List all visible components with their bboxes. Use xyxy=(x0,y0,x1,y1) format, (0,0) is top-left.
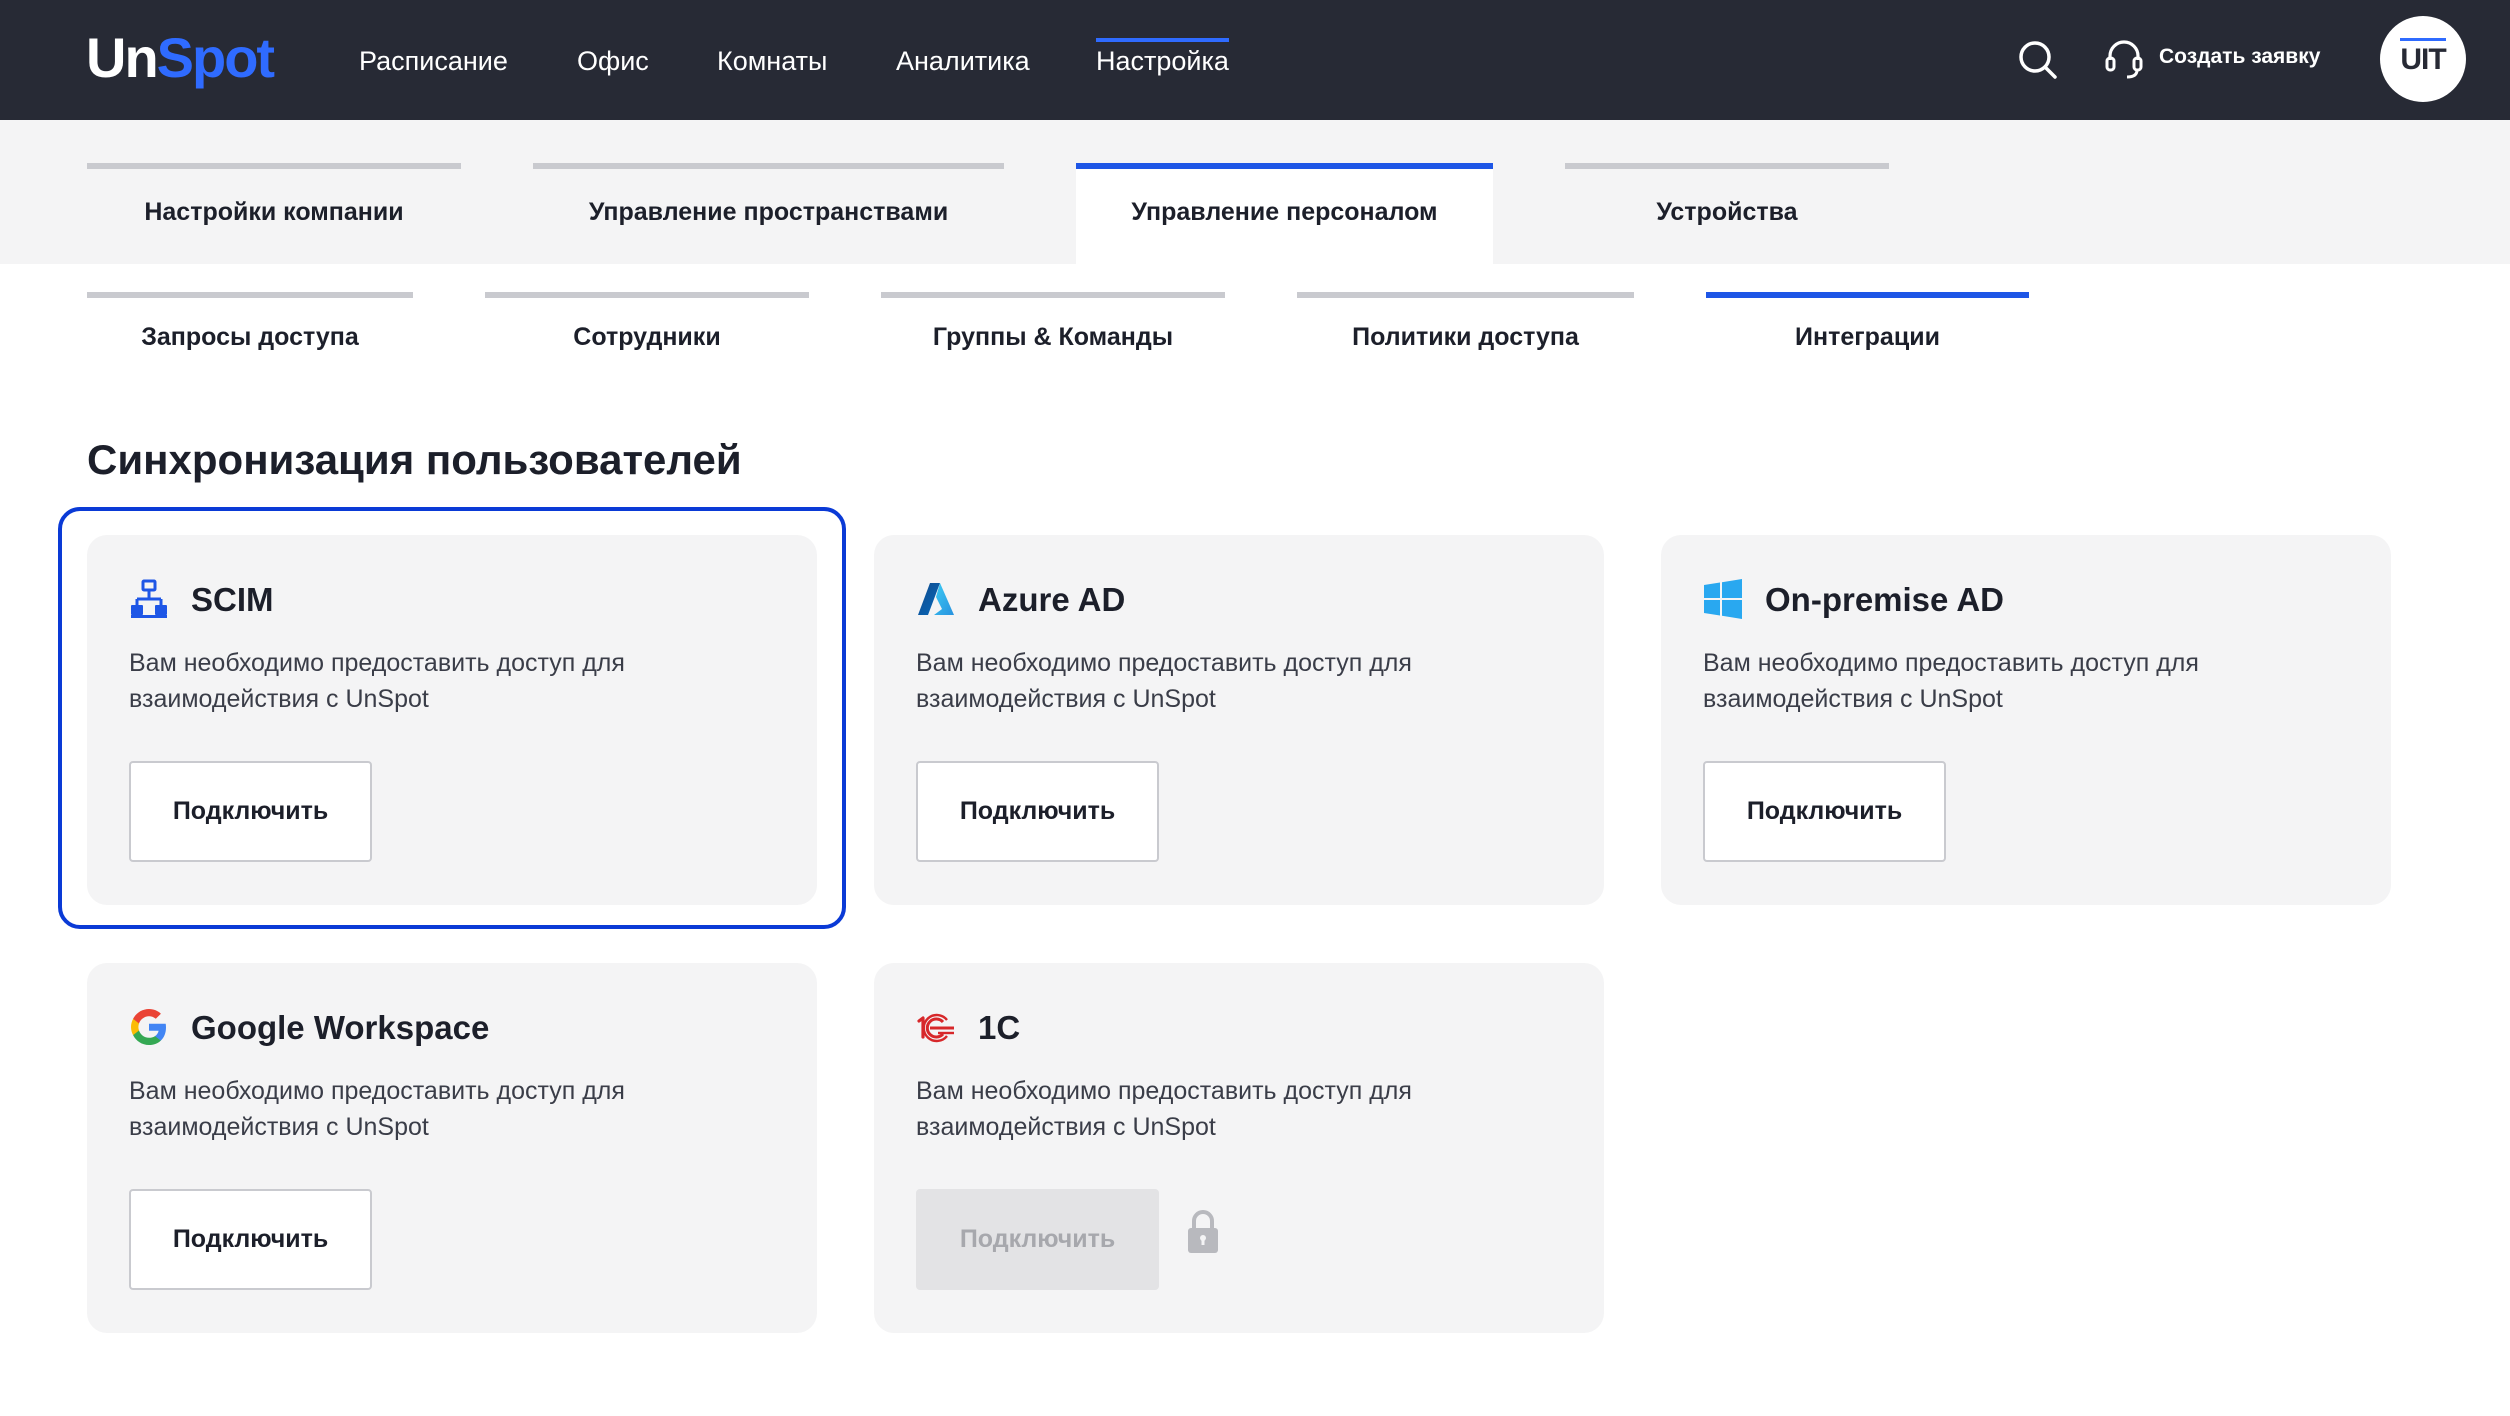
lock-icon xyxy=(1188,1210,1218,1253)
subtab-indicator xyxy=(1297,292,1634,298)
tab-label: Управление персоналом xyxy=(1131,198,1438,226)
create-request-link[interactable]: Создать заявку xyxy=(2159,42,2320,72)
tab-indicator xyxy=(533,163,1004,169)
connect-scim-button[interactable]: Подключить xyxy=(129,761,372,862)
google-icon xyxy=(131,1009,166,1045)
subtab-label: Запросы доступа xyxy=(141,323,359,351)
card-description: Вам необходимо предоставить доступ для в… xyxy=(129,1077,625,1141)
connect-azure-ad-button[interactable]: Подключить xyxy=(916,761,1159,862)
integration-card-on-premise-ad[interactable]: On-premise AD Вам необходимо предоставит… xyxy=(1661,535,2391,905)
unspot-logo[interactable]: UnSpot xyxy=(86,22,275,94)
tab-indicator xyxy=(1565,163,1889,169)
connect-on-premise-ad-button[interactable]: Подключить xyxy=(1703,761,1946,862)
integration-card-azure-ad[interactable]: Azure AD Вам необходимо предоставить дос… xyxy=(874,535,1604,905)
tab-label: Настройки компании xyxy=(144,198,404,226)
nav-office[interactable]: Офис xyxy=(577,42,649,80)
logo-part-spot: Spot xyxy=(156,26,275,89)
card-title: 1С xyxy=(978,1009,1021,1046)
tab-personnel-management[interactable]: Управление персоналом xyxy=(1076,163,1493,264)
card-description: Вам необходимо предоставить доступ для в… xyxy=(916,1077,1412,1141)
top-navigation-bar: UnSpot Расписание Офис Комнаты Аналитика… xyxy=(0,0,2510,120)
tab-label: Управление пространствами xyxy=(588,198,949,226)
subtab-indicator xyxy=(1706,292,2029,298)
card-description: Вам необходимо предоставить доступ для в… xyxy=(916,649,1412,713)
subtab-label: Сотрудники xyxy=(573,323,721,351)
tab-devices[interactable]: Устройства xyxy=(1565,163,1889,264)
subtab-employees[interactable]: Сотрудники xyxy=(485,292,809,352)
subtab-access-policies[interactable]: Политики доступа xyxy=(1297,292,1634,352)
avatar-initials: UIT xyxy=(2400,43,2446,76)
windows-icon xyxy=(1704,579,1742,619)
card-title: Google Workspace xyxy=(191,1009,490,1046)
tab-indicator xyxy=(87,163,461,169)
avatar-accent-line xyxy=(2400,38,2446,41)
1c-icon xyxy=(917,1013,954,1043)
subtab-label: Политики доступа xyxy=(1352,323,1579,351)
subtab-access-requests[interactable]: Запросы доступа xyxy=(87,292,413,352)
subtab-label: Группы & Команды xyxy=(932,323,1174,351)
logo-part-un: Un xyxy=(86,26,159,89)
nav-analytics[interactable]: Аналитика xyxy=(896,42,1030,80)
connect-1c-button: Подключить xyxy=(916,1189,1159,1290)
subtab-indicator xyxy=(87,292,413,298)
tab-indicator xyxy=(1076,163,1493,169)
page-title: Синхронизация пользователей xyxy=(87,436,742,483)
search-icon[interactable] xyxy=(2018,40,2058,80)
azure-icon xyxy=(918,583,954,615)
subtab-integrations[interactable]: Интеграции xyxy=(1706,292,2029,352)
nav-schedule[interactable]: Расписание xyxy=(359,42,508,80)
subtab-label: Интеграции xyxy=(1795,323,1940,351)
tab-company-settings[interactable]: Настройки компании xyxy=(87,163,461,264)
integration-card-scim[interactable]: SCIM Вам необходимо предоставить доступ … xyxy=(87,535,817,905)
user-avatar[interactable]: UIT xyxy=(2380,16,2466,102)
connect-google-workspace-button[interactable]: Подключить xyxy=(129,1189,372,1290)
card-title: Azure AD xyxy=(978,581,1126,618)
subtab-groups-teams[interactable]: Группы & Команды xyxy=(881,292,1225,352)
card-title: SCIM xyxy=(191,581,274,618)
integration-card-google-workspace[interactable]: Google Workspace Вам необходимо предоста… xyxy=(87,963,817,1333)
tab-label: Устройства xyxy=(1656,198,1798,226)
tab-space-management[interactable]: Управление пространствами xyxy=(533,163,1004,264)
integration-card-1c[interactable]: 1С Вам необходимо предоставить доступ дл… xyxy=(874,963,1604,1333)
card-title: On-premise AD xyxy=(1765,581,2004,618)
subtab-indicator xyxy=(485,292,809,298)
card-description: Вам необходимо предоставить доступ для в… xyxy=(1703,649,2199,713)
nav-rooms[interactable]: Комнаты xyxy=(717,42,827,80)
network-icon xyxy=(131,579,167,618)
subtab-indicator xyxy=(881,292,1225,298)
nav-settings[interactable]: Настройка xyxy=(1096,38,1229,80)
headset-icon[interactable] xyxy=(2104,38,2144,80)
card-description: Вам необходимо предоставить доступ для в… xyxy=(129,649,625,713)
